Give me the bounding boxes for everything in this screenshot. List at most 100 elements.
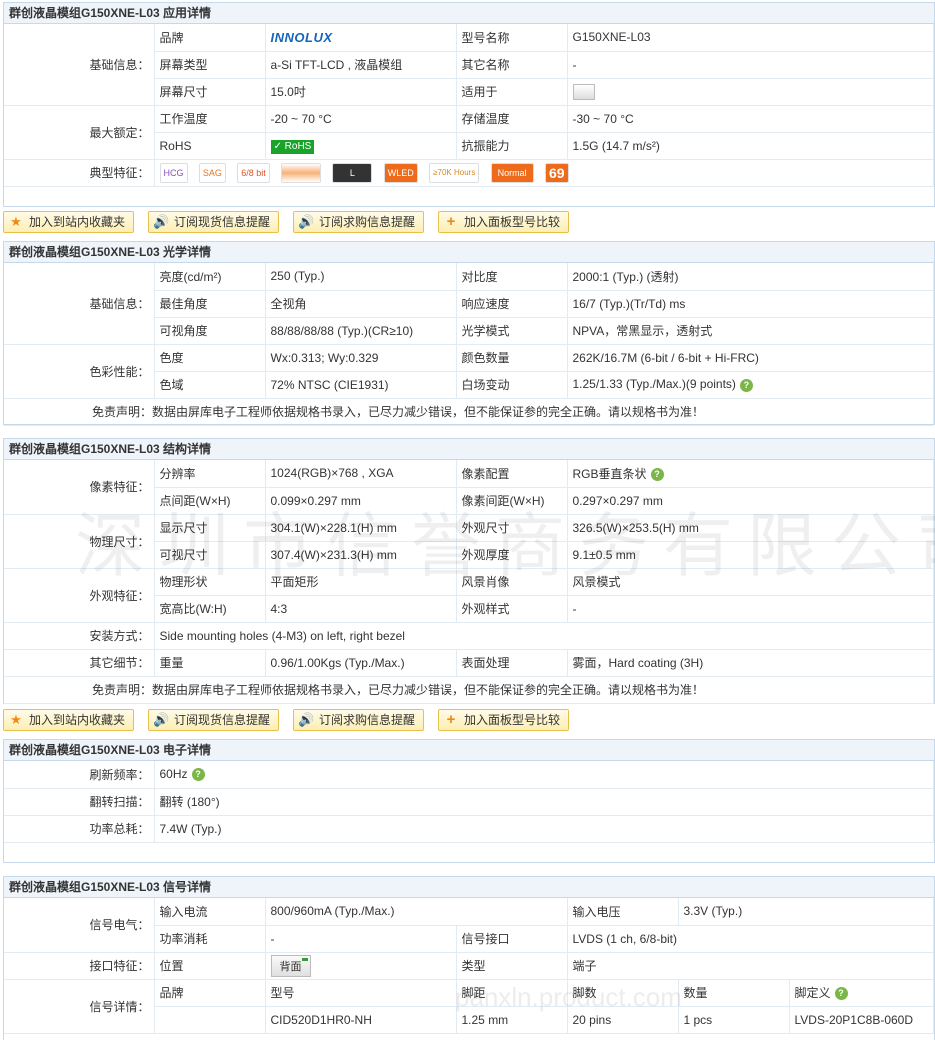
- field-label: 分辨率: [154, 460, 266, 488]
- feature-badge-icon[interactable]: 6/8 bit: [237, 162, 270, 183]
- group-label: 翻转扫描：: [4, 788, 155, 816]
- feature-badge-icon[interactable]: 69: [545, 162, 569, 183]
- field-label: 像素配置: [456, 460, 568, 488]
- group-label: 像素特征：: [4, 460, 155, 515]
- field-label: 输入电流: [154, 898, 266, 926]
- help-icon[interactable]: ?: [191, 768, 205, 782]
- plus-icon: +: [446, 213, 456, 230]
- connector-position-button[interactable]: 背面: [270, 954, 311, 977]
- field-label: 适用于: [456, 78, 568, 106]
- field-value: 250 (Typ.): [265, 263, 457, 291]
- section-title: 群创液晶模组G150XNE-L03 应用详情: [4, 3, 934, 24]
- field-value: 7.4W (Typ.): [154, 815, 934, 843]
- field-label: 信号接口: [456, 925, 568, 953]
- column-header: 品牌: [154, 979, 266, 1007]
- monitor-icon[interactable]: [572, 83, 595, 100]
- field-label: 光学模式: [456, 317, 568, 345]
- field-value: -30 ~ 70 °C: [567, 105, 934, 133]
- field-label: 显示尺寸: [154, 514, 266, 542]
- field-label: 位置: [154, 952, 266, 980]
- field-value: Side mounting holes (4-M3) on left, righ…: [154, 622, 934, 650]
- field-label: 型号名称: [456, 24, 568, 52]
- add-favorite-button[interactable]: ★ 加入到站内收藏夹: [3, 211, 135, 233]
- table-cell: 1 pcs: [678, 1006, 790, 1034]
- add-compare-button[interactable]: + 加入面板型号比较: [438, 211, 570, 233]
- field-value: 2000:1 (Typ.) (透射): [567, 263, 934, 291]
- group-label: 信号电气：: [4, 898, 155, 953]
- field-value: 326.5(W)×253.5(H) mm: [567, 514, 934, 542]
- help-icon[interactable]: ?: [834, 987, 848, 1001]
- field-value: 背面: [265, 952, 457, 980]
- field-label: 抗振能力: [456, 132, 568, 160]
- feature-badge-icon[interactable]: ≥70K Hours: [429, 162, 480, 183]
- field-label: 宽高比(W:H): [154, 595, 266, 623]
- subscribe-stock-button[interactable]: 🔊 订阅现货信息提醒: [148, 211, 280, 233]
- add-compare-button[interactable]: + 加入面板型号比较: [438, 709, 570, 731]
- field-value: LVDS (1 ch, 6/8-bit): [567, 925, 934, 953]
- column-header: 脚距: [456, 979, 568, 1007]
- field-label: 表面处理: [456, 649, 568, 677]
- group-label: 接口特征：: [4, 952, 155, 980]
- field-value: Wx:0.313; Wy:0.329: [265, 344, 457, 372]
- field-label: 品牌: [154, 24, 266, 52]
- field-label: 响应速度: [456, 290, 568, 318]
- subscribe-stock-button[interactable]: 🔊 订阅现货信息提醒: [148, 709, 280, 731]
- feature-badge-icon[interactable]: SAG: [198, 162, 226, 183]
- subscribe-buy-button[interactable]: 🔊 订阅求购信息提醒: [293, 211, 425, 233]
- speaker-icon: 🔊: [153, 712, 170, 727]
- feature-badge-icon[interactable]: WLED: [383, 162, 418, 183]
- add-favorite-button[interactable]: ★ 加入到站内收藏夹: [3, 709, 135, 731]
- field-label: 色域: [154, 371, 266, 399]
- field-label: 工作温度: [154, 105, 266, 133]
- group-label: 刷新频率：: [4, 761, 155, 789]
- disclaimer: 免责声明：数据由屏库电子工程师依据规格书录入，已尽力减少错误，但不能保证参的完全…: [4, 398, 934, 426]
- field-value: ✓ RoHS: [265, 132, 457, 160]
- group-label: 外观特征：: [4, 568, 155, 623]
- brand-logo[interactable]: INNOLUX: [265, 24, 457, 52]
- field-label: 屏幕尺寸: [154, 78, 266, 106]
- action-toolbar: ★ 加入到站内收藏夹 🔊 订阅现货信息提醒 🔊 订阅求购信息提醒 + 加入面板型号比较: [3, 211, 570, 235]
- field-value: G150XNE-L03: [567, 24, 934, 52]
- field-label: 外观样式: [456, 595, 568, 623]
- feature-badge-icon[interactable]: L: [332, 162, 373, 183]
- field-value: 雾面，Hard coating (3H): [567, 649, 934, 677]
- star-icon: ★: [10, 214, 22, 229]
- field-value: 9.1±0.5 mm: [567, 541, 934, 569]
- signal-details-section: 群创液晶模组G150XNE-L03 信号详情 信号电气： 输入电流 800/96…: [3, 876, 935, 1040]
- table-cell: LVDS-20P1C8B-060D: [789, 1006, 934, 1034]
- field-value: 3.3V (Typ.): [678, 898, 934, 926]
- section-title: 群创液晶模组G150XNE-L03 电子详情: [4, 740, 934, 761]
- help-icon[interactable]: ?: [739, 378, 753, 392]
- field-value: 0.099×0.297 mm: [265, 487, 457, 515]
- field-value: -: [265, 925, 457, 953]
- field-label: 类型: [456, 952, 568, 980]
- field-value: 304.1(W)×228.1(H) mm: [265, 514, 457, 542]
- section-title: 群创液晶模组G150XNE-L03 信号详情: [4, 877, 934, 898]
- field-value: 0.96/1.00Kgs (Typ./Max.): [265, 649, 457, 677]
- curved-feature-icon[interactable]: [281, 162, 322, 183]
- speaker-icon: 🔊: [298, 712, 315, 727]
- field-label: 颜色数量: [456, 344, 568, 372]
- field-value: 风景模式: [567, 568, 934, 596]
- field-label: 存储温度: [456, 105, 568, 133]
- field-value: -: [567, 51, 934, 79]
- disclaimer: 免责声明：数据由屏库电子工程师依据规格书录入，已尽力减少错误，但不能保证参的完全…: [4, 676, 934, 704]
- field-label: 可视尺寸: [154, 541, 266, 569]
- group-label: 物理尺寸：: [4, 514, 155, 569]
- group-label: 基础信息：: [4, 24, 155, 106]
- feature-badge-icon[interactable]: HCG: [159, 162, 188, 183]
- subscribe-buy-button[interactable]: 🔊 订阅求购信息提醒: [293, 709, 425, 731]
- field-label: 白场变动: [456, 371, 568, 399]
- help-icon[interactable]: ?: [650, 468, 664, 482]
- star-icon: ★: [10, 712, 22, 727]
- field-value: 307.4(W)×231.3(H) mm: [265, 541, 457, 569]
- feature-badges: HCG SAG 6/8 bit L WLED ≥70K Hours Normal…: [154, 159, 934, 187]
- section-title: 群创液晶模组G150XNE-L03 结构详情: [4, 439, 934, 460]
- table-cell: CID520D1HR0-NH: [265, 1006, 457, 1034]
- column-header: 脚定义?: [789, 979, 934, 1007]
- column-header: 型号: [265, 979, 457, 1007]
- field-value: a-Si TFT-LCD , 液晶模组: [265, 51, 457, 79]
- field-value: 1024(RGB)×768 , XGA: [265, 460, 457, 488]
- table-cell: 20 pins: [567, 1006, 679, 1034]
- feature-badge-icon[interactable]: Normal: [490, 162, 534, 183]
